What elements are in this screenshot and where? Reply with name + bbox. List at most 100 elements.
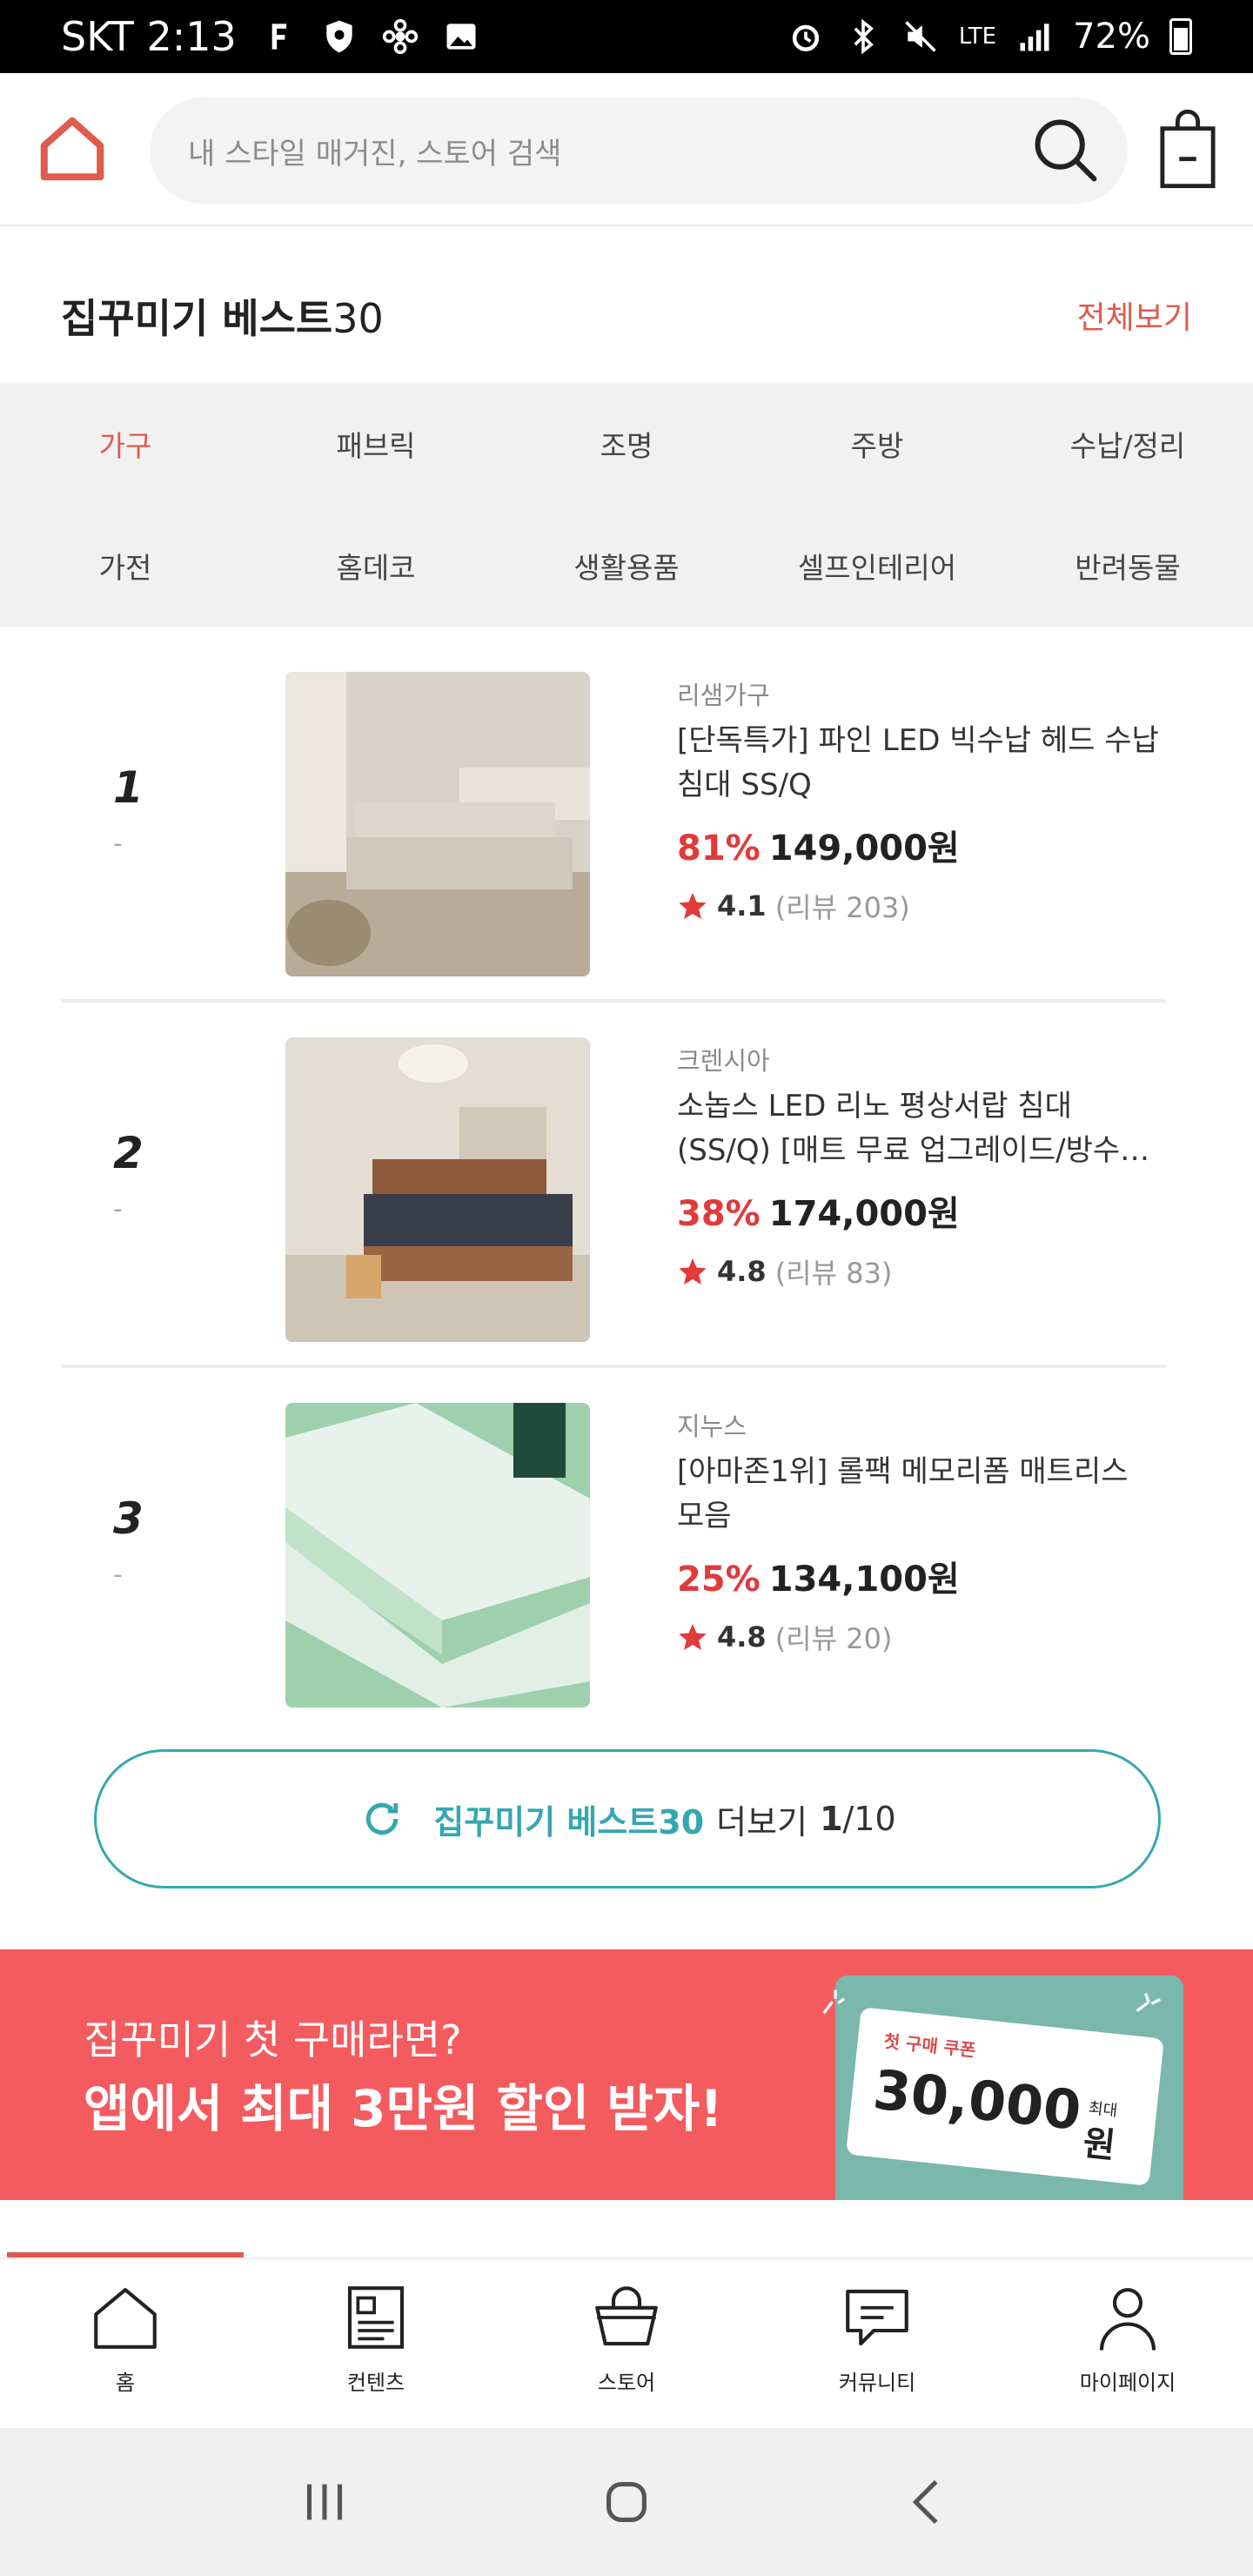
see-all-link[interactable]: 전체보기	[1077, 292, 1192, 338]
status-bar: SKT 2:13 LTE 72%	[0, 0, 1253, 73]
product-image[interactable]	[285, 672, 590, 976]
review-count: (리뷰 203)	[774, 891, 910, 924]
product-discount: 81%	[677, 828, 761, 869]
banner-line1: 집꾸미기 첫 구매라면?	[84, 2016, 462, 2063]
product-name[interactable]: [단독특가] 파인 LED 빅수납 헤드 수납 침대 SS/Q	[677, 719, 1164, 808]
more-label-teal: 집꾸미기 베스트30	[433, 1802, 705, 1841]
nav-mypage-label: 마이페이지	[1079, 2371, 1176, 2395]
image-icon	[442, 17, 480, 56]
coupon-tag: 첫 구매 쿠폰	[882, 2030, 977, 2062]
star-icon	[679, 893, 707, 919]
search-icon[interactable]	[1030, 115, 1102, 186]
banner-line2: 앱에서 최대 3만원 할인 받자!	[84, 2079, 723, 2138]
divider	[61, 1365, 1166, 1368]
coupon-amount: 30,000	[870, 2057, 1084, 2143]
product-discount: 25%	[677, 1560, 761, 1600]
rating-score: 4.1	[717, 889, 767, 922]
rating-score: 4.8	[717, 1255, 767, 1288]
status-right: LTE 72%	[787, 17, 1192, 57]
nav-store[interactable]: 스토어	[501, 2259, 752, 2428]
product-item[interactable]: 1 - 리샘가구 [단독특가] 파인 LED 빅수납 헤드 수납 침대 SS/Q…	[61, 672, 1166, 976]
category-appliances[interactable]: 가전	[0, 505, 251, 627]
category-homedeco[interactable]: 홈데코	[251, 505, 501, 627]
coupon-won: 원	[1081, 2123, 1117, 2167]
product-name[interactable]: 소놉스 LED 리노 평상서랍 침대 (SS/Q) [매트 무료 업그레이드/방…	[677, 1084, 1164, 1173]
product-price-row: 25% 134,100원	[677, 1551, 1164, 1601]
home-icon	[94, 2288, 157, 2349]
category-fabric[interactable]: 패브릭	[251, 383, 501, 505]
product-price-row: 81% 149,000원	[677, 820, 1164, 870]
best30-more-button[interactable]: 집꾸미기 베스트30 더보기 1/10	[94, 1749, 1161, 1888]
product-item[interactable]: 3 - 지누스 [아마존1위] 롤팩 메모리폼 매트리스 모음 25% 134,1…	[61, 1403, 1166, 1707]
refresh-icon	[366, 1802, 399, 1835]
recent-apps-icon[interactable]	[294, 2472, 355, 2532]
page-total: /10	[842, 1800, 896, 1838]
category-household[interactable]: 생활용품	[501, 505, 752, 627]
rating-score: 4.8	[717, 1620, 767, 1654]
nav-home[interactable]: 홈	[0, 2259, 251, 2428]
product-price: 149,000원	[768, 828, 960, 869]
sparkle-icon	[1136, 1993, 1162, 2012]
best30-title-num: 30	[332, 295, 384, 342]
battery-icon	[1169, 18, 1192, 55]
divider	[61, 999, 1166, 1003]
product-rating: 4.1 (리뷰 203)	[677, 886, 1164, 926]
page-current: 1	[820, 1800, 843, 1838]
category-furniture[interactable]: 가구	[0, 383, 251, 505]
nav-content[interactable]: 컨텐츠	[251, 2259, 501, 2428]
search-placeholder: 내 스타일 매거진, 스토어 검색	[188, 136, 562, 171]
home-logo-icon[interactable]	[35, 111, 110, 186]
product-image[interactable]	[285, 1037, 590, 1342]
carrier-time: SKT 2:13	[61, 13, 237, 60]
mypage-icon	[1099, 2288, 1156, 2351]
nav-community-label: 커뮤니티	[838, 2371, 916, 2395]
bluetooth-icon	[844, 17, 882, 56]
product-rank: 2	[113, 1128, 144, 1178]
more-label-rest: 더보기	[716, 1802, 808, 1841]
app-header: 내 스타일 매거진, 스토어 검색	[0, 73, 1253, 226]
alarm-icon	[787, 17, 825, 56]
more-page: 1/10	[820, 1800, 896, 1838]
category-lighting[interactable]: 조명	[501, 383, 752, 505]
sparkle-icon	[822, 1989, 845, 2015]
back-icon[interactable]	[898, 2472, 959, 2532]
product-brand: 크렌시아	[677, 1046, 770, 1076]
network-label: LTE	[958, 23, 997, 50]
product-discount: 38%	[677, 1194, 761, 1234]
product-brand: 리샘가구	[677, 681, 770, 710]
coupon-card: 첫 구매 쿠폰 30,000 최대 원	[846, 2007, 1164, 2186]
f-icon	[259, 17, 298, 56]
category-pets[interactable]: 반려동물	[1002, 505, 1253, 627]
product-brand: 지누스	[677, 1412, 747, 1441]
nav-store-label: 스토어	[597, 2371, 656, 2395]
category-grid: 가구 패브릭 조명 주방 수납/정리 가전 홈데코 생활용품 셀프인테리어 반려…	[0, 383, 1253, 627]
product-item[interactable]: 2 - 크렌시아 소놉스 LED 리노 평상서랍 침대 (SS/Q) [매트 무…	[61, 1037, 1166, 1342]
store-icon	[595, 2286, 658, 2346]
bottom-nav: 홈 컨텐츠 스토어 커뮤니티 마이페이지	[0, 2257, 1253, 2428]
product-image[interactable]	[285, 1403, 590, 1707]
mute-icon	[901, 17, 940, 56]
rank-change: -	[113, 1194, 123, 1224]
category-self-interior[interactable]: 셀프인테리어	[752, 505, 1002, 627]
product-name[interactable]: [아마존1위] 롤팩 메모리폼 매트리스 모음	[677, 1450, 1164, 1539]
search-bar[interactable]: 내 스타일 매거진, 스토어 검색	[150, 97, 1128, 204]
shield-icon	[320, 17, 358, 56]
promo-banner[interactable]: 집꾸미기 첫 구매라면? 앱에서 최대 3만원 할인 받자! 첫 구매 쿠폰 3…	[0, 1949, 1253, 2200]
pinwheel-icon	[381, 17, 419, 56]
battery-percent: 72%	[1073, 17, 1150, 57]
category-storage[interactable]: 수납/정리	[1002, 383, 1253, 505]
shopping-bag-icon[interactable]	[1159, 108, 1216, 190]
product-price: 134,100원	[768, 1560, 960, 1600]
nav-home-label: 홈	[115, 2371, 136, 2395]
product-price: 174,000원	[768, 1194, 960, 1234]
category-kitchen[interactable]: 주방	[752, 383, 1002, 505]
rank-change: -	[113, 1560, 123, 1590]
home-button-icon[interactable]	[596, 2472, 657, 2532]
rank-change: -	[113, 828, 123, 859]
nav-community[interactable]: 커뮤니티	[752, 2259, 1002, 2428]
product-info: 리샘가구 [단독특가] 파인 LED 빅수납 헤드 수납 침대 SS/Q 81%…	[677, 675, 1164, 926]
product-price-row: 38% 174,000원	[677, 1185, 1164, 1236]
star-icon	[679, 1624, 707, 1650]
nav-mypage[interactable]: 마이페이지	[1002, 2259, 1253, 2428]
best30-title-main: 집꾸미기 베스트	[61, 295, 333, 342]
